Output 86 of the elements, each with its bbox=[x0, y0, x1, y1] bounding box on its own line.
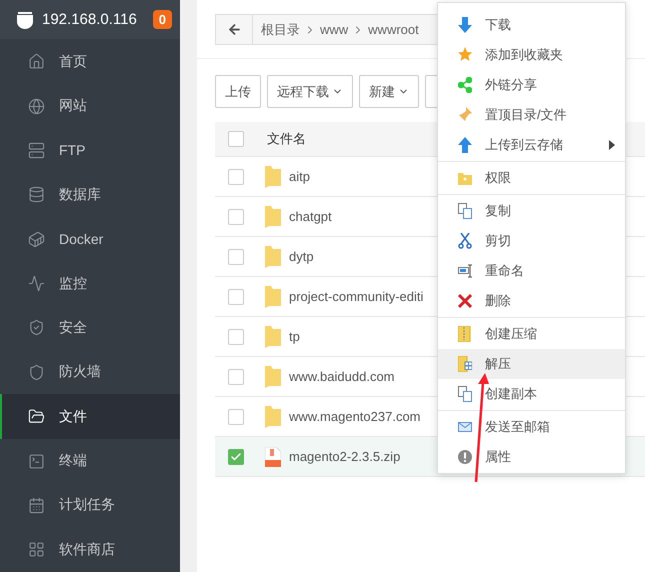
menu-item[interactable]: 置顶目录/文件 bbox=[438, 100, 625, 130]
row-checkbox[interactable] bbox=[228, 408, 244, 424]
sidebar-item[interactable]: 软件商店 bbox=[0, 528, 180, 572]
folder-icon bbox=[28, 408, 45, 426]
calendar-icon bbox=[28, 496, 45, 514]
folder-icon bbox=[265, 286, 281, 308]
row-checkbox[interactable] bbox=[228, 448, 244, 464]
breadcrumb-link[interactable]: 根目录 bbox=[253, 20, 304, 38]
row-checkbox[interactable] bbox=[228, 168, 244, 184]
globe-icon bbox=[28, 98, 45, 115]
file-name[interactable]: magento2-2.3.5.zip bbox=[289, 449, 400, 464]
menu-item[interactable]: 解压 bbox=[438, 349, 625, 379]
unzip-icon bbox=[458, 356, 472, 372]
sidebar-item[interactable]: 防火墙 bbox=[0, 350, 180, 394]
folder-icon bbox=[265, 206, 281, 228]
home-icon bbox=[28, 53, 45, 70]
monitor-icon bbox=[28, 275, 45, 292]
sidebar-item[interactable]: 计划任务 bbox=[0, 483, 180, 528]
row-checkbox[interactable] bbox=[228, 248, 244, 264]
file-name[interactable]: chatgpt bbox=[289, 209, 332, 224]
star-icon bbox=[458, 47, 472, 63]
toolbar-button[interactable]: 上传 bbox=[215, 75, 261, 108]
back-icon bbox=[226, 22, 242, 37]
menu-item[interactable]: 属性 bbox=[438, 442, 625, 472]
sidebar-item[interactable]: 安全 bbox=[0, 306, 180, 350]
down-arrow-icon bbox=[458, 17, 472, 33]
sidebar-item[interactable]: 网站 bbox=[0, 84, 180, 128]
menu-item[interactable]: 创建压缩 bbox=[438, 319, 625, 349]
database-icon bbox=[28, 186, 45, 204]
toolbar-button[interactable]: 远程下载 bbox=[267, 75, 353, 108]
menu-item[interactable]: 添加到收藏夹 bbox=[438, 40, 625, 70]
sidebar-item[interactable]: 首页 bbox=[0, 39, 180, 84]
terminal-icon bbox=[28, 452, 45, 470]
folder-icon bbox=[265, 166, 281, 188]
check-icon bbox=[230, 450, 242, 462]
file-name[interactable]: aitp bbox=[289, 169, 310, 184]
menu-item[interactable]: 外链分享 bbox=[438, 70, 625, 100]
copy-icon bbox=[458, 203, 472, 219]
column-header[interactable]: 文件名 bbox=[267, 130, 306, 148]
up-arrow-icon bbox=[458, 137, 472, 153]
grid-icon bbox=[28, 541, 45, 558]
sidebar-item[interactable]: 文件 bbox=[0, 394, 180, 439]
file-name[interactable]: tp bbox=[289, 329, 300, 344]
envelope-icon bbox=[458, 419, 472, 435]
duplicate-icon bbox=[458, 386, 472, 402]
zip-icon bbox=[458, 326, 472, 342]
container-icon bbox=[28, 230, 45, 248]
sidebar-item[interactable]: FTP bbox=[0, 128, 180, 173]
cross-icon bbox=[458, 293, 472, 309]
menu-item[interactable]: 上传到云存储 bbox=[438, 130, 625, 160]
sidebar-item[interactable]: Docker bbox=[0, 216, 180, 262]
sidebar-item[interactable]: 数据库 bbox=[0, 172, 180, 217]
folder-lock-icon bbox=[458, 170, 472, 186]
select-all-checkbox[interactable] bbox=[228, 131, 244, 147]
folder-icon bbox=[265, 366, 281, 388]
shield-icon bbox=[28, 364, 45, 381]
file-name[interactable]: project-community-editi bbox=[289, 289, 424, 304]
pin-icon bbox=[458, 107, 472, 123]
file-name[interactable]: www.baidudd.com bbox=[289, 369, 394, 384]
row-checkbox[interactable] bbox=[228, 208, 244, 224]
scissors-icon bbox=[458, 233, 472, 249]
shield-check-icon bbox=[28, 319, 45, 336]
info-icon bbox=[458, 449, 472, 465]
menu-item[interactable]: 权限 bbox=[438, 163, 625, 193]
menu-item[interactable]: 删除 bbox=[438, 286, 625, 316]
breadcrumb-link[interactable]: wwwroot bbox=[364, 22, 423, 37]
breadcrumb-link[interactable]: www bbox=[316, 22, 352, 37]
file-name[interactable]: dytp bbox=[289, 249, 314, 264]
zip-file-icon bbox=[265, 446, 281, 466]
sidebar-item[interactable]: 监控 bbox=[0, 261, 180, 306]
toolbar-button[interactable]: 新建 bbox=[359, 75, 419, 108]
menu-item[interactable]: 下载 bbox=[438, 10, 625, 40]
folder-icon bbox=[265, 326, 281, 348]
sidebar-item[interactable]: 终端 bbox=[0, 438, 180, 484]
server-address: 192.168.0.116 bbox=[42, 11, 138, 28]
logo-icon bbox=[16, 10, 34, 29]
row-checkbox[interactable] bbox=[228, 288, 244, 304]
folder-icon bbox=[265, 406, 281, 428]
menu-item[interactable]: 复制 bbox=[438, 196, 625, 226]
share-icon bbox=[458, 77, 472, 93]
rename-icon bbox=[458, 263, 472, 279]
row-checkbox[interactable] bbox=[228, 368, 244, 384]
row-checkbox[interactable] bbox=[228, 328, 244, 344]
folder-icon bbox=[265, 246, 281, 268]
server-icon bbox=[28, 142, 45, 159]
file-name[interactable]: www.magento237.com bbox=[289, 409, 421, 424]
